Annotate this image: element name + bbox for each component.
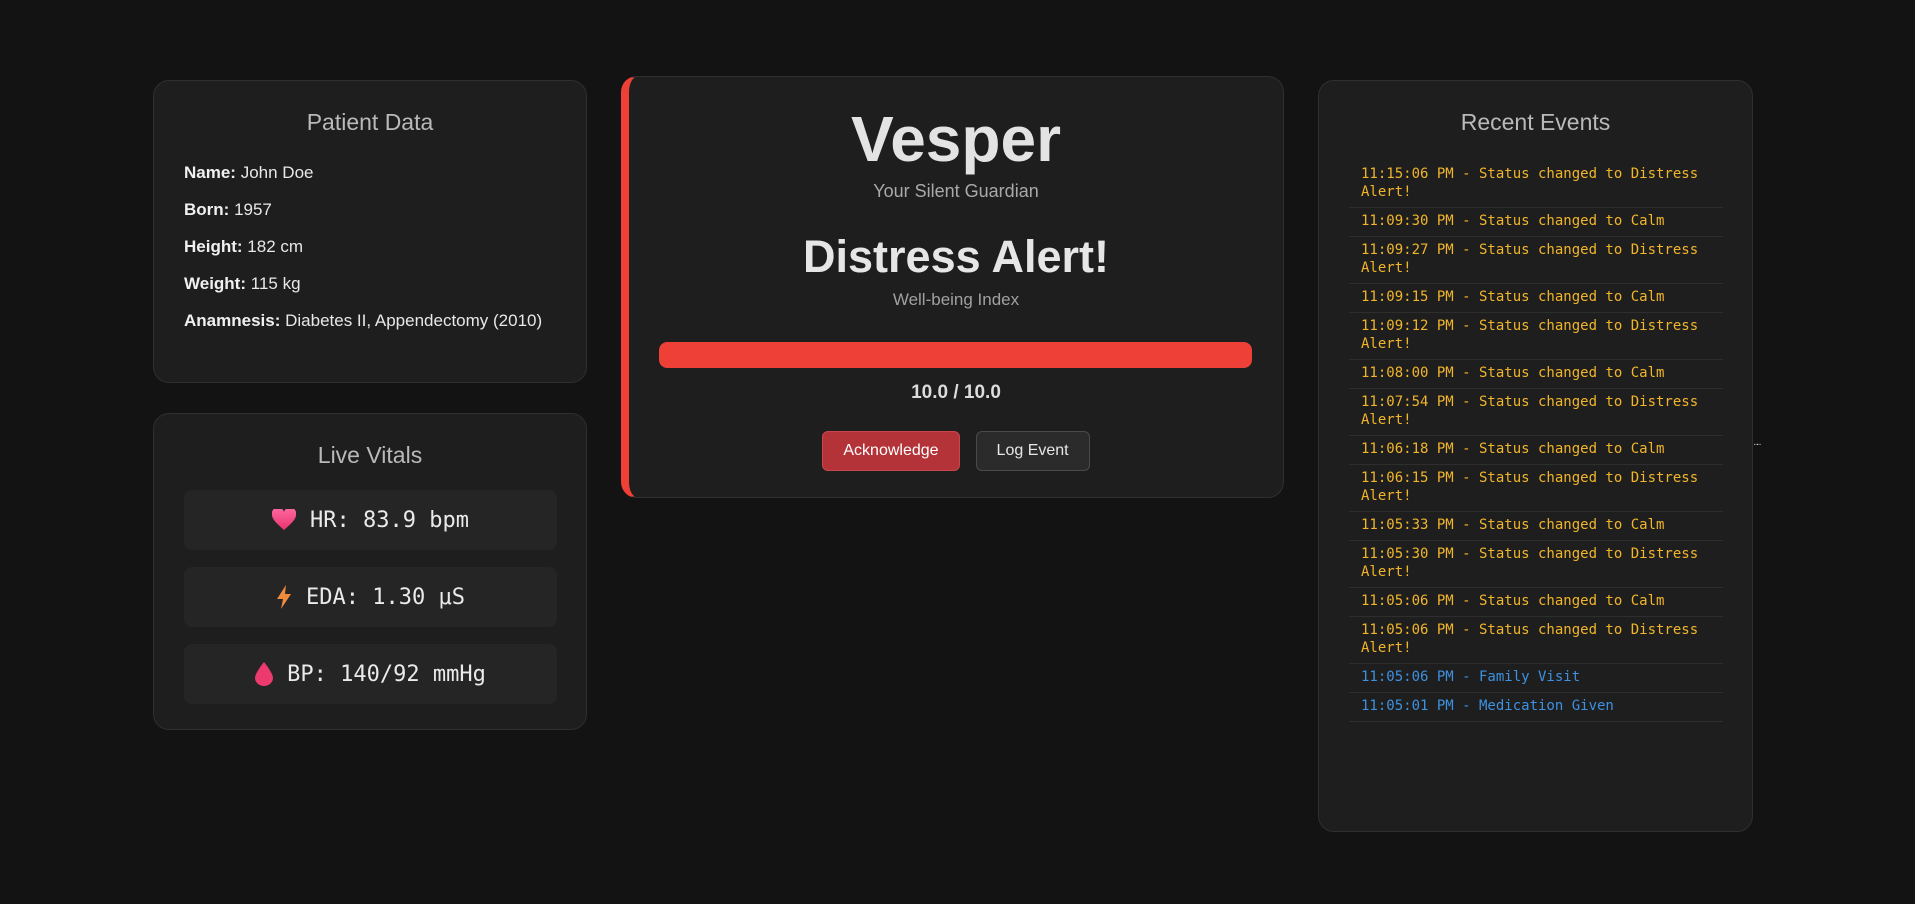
event-item: 11:05:06 PM - Family Visit: [1349, 664, 1723, 693]
status-card: Vesper Your Silent Guardian Distress Ale…: [621, 76, 1284, 498]
recent-events-card: Recent Events 11:15:06 PM - Status chang…: [1318, 80, 1753, 832]
status-title: Distress Alert!: [803, 231, 1109, 282]
patient-born-row: Born: 1957: [184, 191, 586, 228]
event-item: 11:06:15 PM - Status changed to Distress…: [1349, 465, 1723, 512]
live-vitals-card: Live Vitals HR: 83.9 bpm EDA: 1.30 μS BP…: [153, 413, 587, 730]
heart-icon: [272, 509, 297, 531]
wellbeing-index-label: Well-being Index: [892, 290, 1020, 309]
patient-field-list: Name: John Doe Born: 1957 Height: 182 cm…: [184, 154, 586, 339]
blood-pressure-text: BP: 140/92 mmHg: [287, 661, 486, 687]
action-buttons: Acknowledge Log Event: [629, 431, 1283, 471]
heart-rate-text: HR: 83.9 bpm: [310, 507, 469, 533]
app-tagline: Your Silent Guardian: [873, 181, 1039, 201]
acknowledge-button[interactable]: Acknowledge: [822, 431, 960, 471]
field-label: Name:: [184, 163, 236, 182]
wellbeing-score: 10.0 / 10.0: [911, 382, 1001, 403]
patient-born-value: 1957: [234, 200, 272, 219]
field-label: Weight:: [184, 274, 247, 293]
patient-name-value: John Doe: [240, 163, 314, 182]
patient-height-value: 182 cm: [247, 237, 304, 256]
field-label: Anamnesis:: [184, 311, 281, 330]
lightning-icon: [276, 585, 292, 609]
event-item: 11:15:06 PM - Status changed to Distress…: [1349, 161, 1723, 208]
app-root: Patient Data Name: John Doe Born: 1957 H…: [0, 0, 1915, 904]
event-item: 11:06:18 PM - Status changed to Calm: [1349, 436, 1723, 465]
app-brand: Vesper: [851, 103, 1061, 175]
blood-pressure-readout: BP: 140/92 mmHg: [184, 644, 557, 704]
patient-weight-row: Weight: 115 kg: [184, 265, 586, 302]
blood-drop-icon: [255, 662, 274, 686]
stray-mark: ¨¨: [1754, 441, 1761, 455]
events-list[interactable]: 11:15:06 PM - Status changed to Distress…: [1349, 161, 1723, 722]
heart-rate-readout: HR: 83.9 bpm: [184, 490, 557, 550]
event-item: 11:05:06 PM - Status changed to Distress…: [1349, 617, 1723, 664]
event-item: 11:05:33 PM - Status changed to Calm: [1349, 512, 1723, 541]
patient-data-card: Patient Data Name: John Doe Born: 1957 H…: [153, 80, 587, 383]
recent-events-title: Recent Events: [1460, 109, 1611, 135]
log-event-button[interactable]: Log Event: [975, 431, 1090, 471]
patient-weight-value: 115 kg: [250, 274, 301, 293]
patient-anamnesis-value: Diabetes II, Appendectomy (2010): [285, 311, 543, 330]
wellbeing-progress-fill: [659, 342, 1252, 368]
wellbeing-progress-bar: [659, 342, 1252, 368]
patient-data-title: Patient Data: [306, 109, 434, 135]
live-vitals-title: Live Vitals: [317, 442, 423, 468]
event-item: 11:05:06 PM - Status changed to Calm: [1349, 588, 1723, 617]
event-item: 11:09:15 PM - Status changed to Calm: [1349, 284, 1723, 313]
event-item: 11:07:54 PM - Status changed to Distress…: [1349, 389, 1723, 436]
event-item: 11:05:01 PM - Medication Given: [1349, 693, 1723, 722]
eda-readout: EDA: 1.30 μS: [184, 567, 557, 627]
event-item: 11:08:00 PM - Status changed to Calm: [1349, 360, 1723, 389]
event-item: 11:09:27 PM - Status changed to Distress…: [1349, 237, 1723, 284]
event-item: 11:05:30 PM - Status changed to Distress…: [1349, 541, 1723, 588]
field-label: Born:: [184, 200, 230, 219]
event-item: 11:09:12 PM - Status changed to Distress…: [1349, 313, 1723, 360]
patient-name-row: Name: John Doe: [184, 154, 586, 191]
eda-text: EDA: 1.30 μS: [306, 584, 465, 610]
event-item: 11:09:30 PM - Status changed to Calm: [1349, 208, 1723, 237]
patient-height-row: Height: 182 cm: [184, 228, 586, 265]
patient-anamnesis-row: Anamnesis: Diabetes II, Appendectomy (20…: [184, 302, 586, 339]
field-label: Height:: [184, 237, 243, 256]
